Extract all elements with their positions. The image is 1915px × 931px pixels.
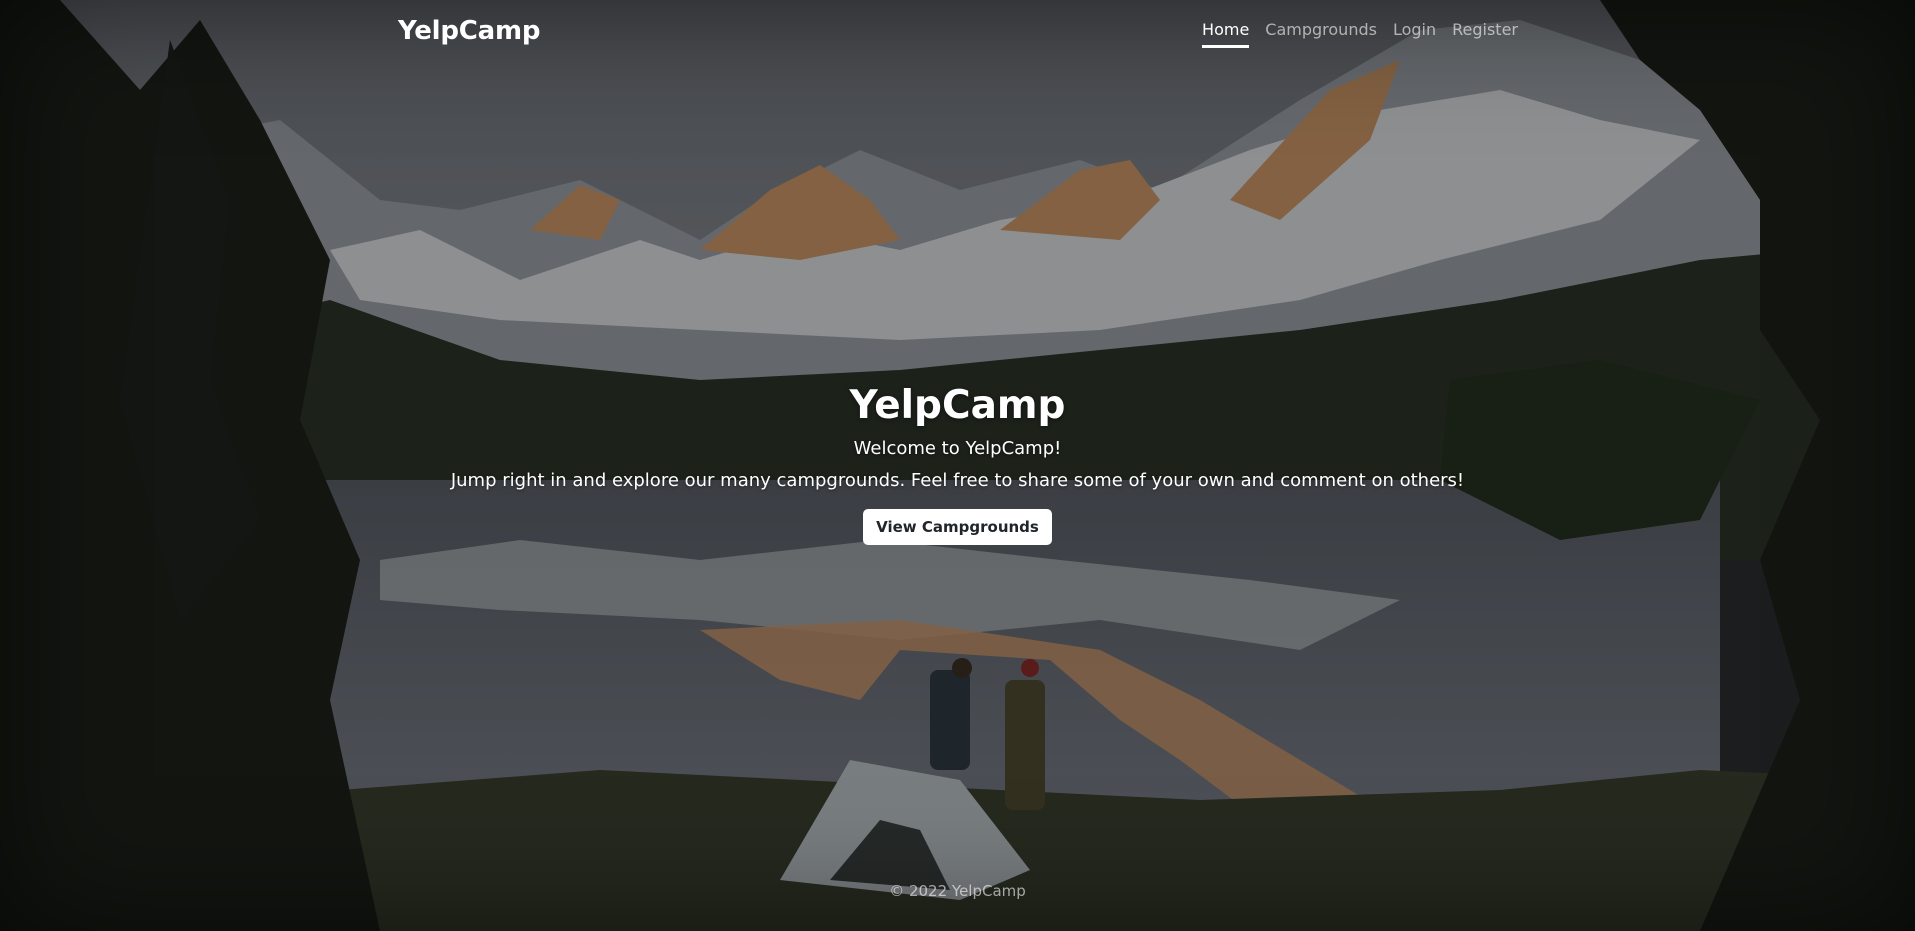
footer: © 2022 YelpCamp xyxy=(0,882,1915,900)
hero-title: YelpCamp xyxy=(849,383,1066,428)
nav-link-home[interactable]: Home xyxy=(1202,20,1250,48)
nav-link-register[interactable]: Register xyxy=(1452,20,1518,48)
view-campgrounds-button[interactable]: View Campgrounds xyxy=(863,509,1052,545)
footer-copyright: © 2022 YelpCamp xyxy=(889,882,1026,900)
nav-links: Home Campgrounds Login Register xyxy=(1202,20,1518,48)
brand-logo[interactable]: YelpCamp xyxy=(398,16,541,46)
hero-description-text: Jump right in and explore our many campg… xyxy=(450,470,1465,491)
hero-section: YelpCamp Welcome to YelpCamp! Jump right… xyxy=(0,380,1915,545)
nav-link-login[interactable]: Login xyxy=(1393,20,1436,48)
nav-link-campgrounds[interactable]: Campgrounds xyxy=(1265,20,1377,48)
hero-welcome-text: Welcome to YelpCamp! xyxy=(853,438,1062,459)
navbar: YelpCamp Home Campgrounds Login Register xyxy=(0,0,1915,66)
